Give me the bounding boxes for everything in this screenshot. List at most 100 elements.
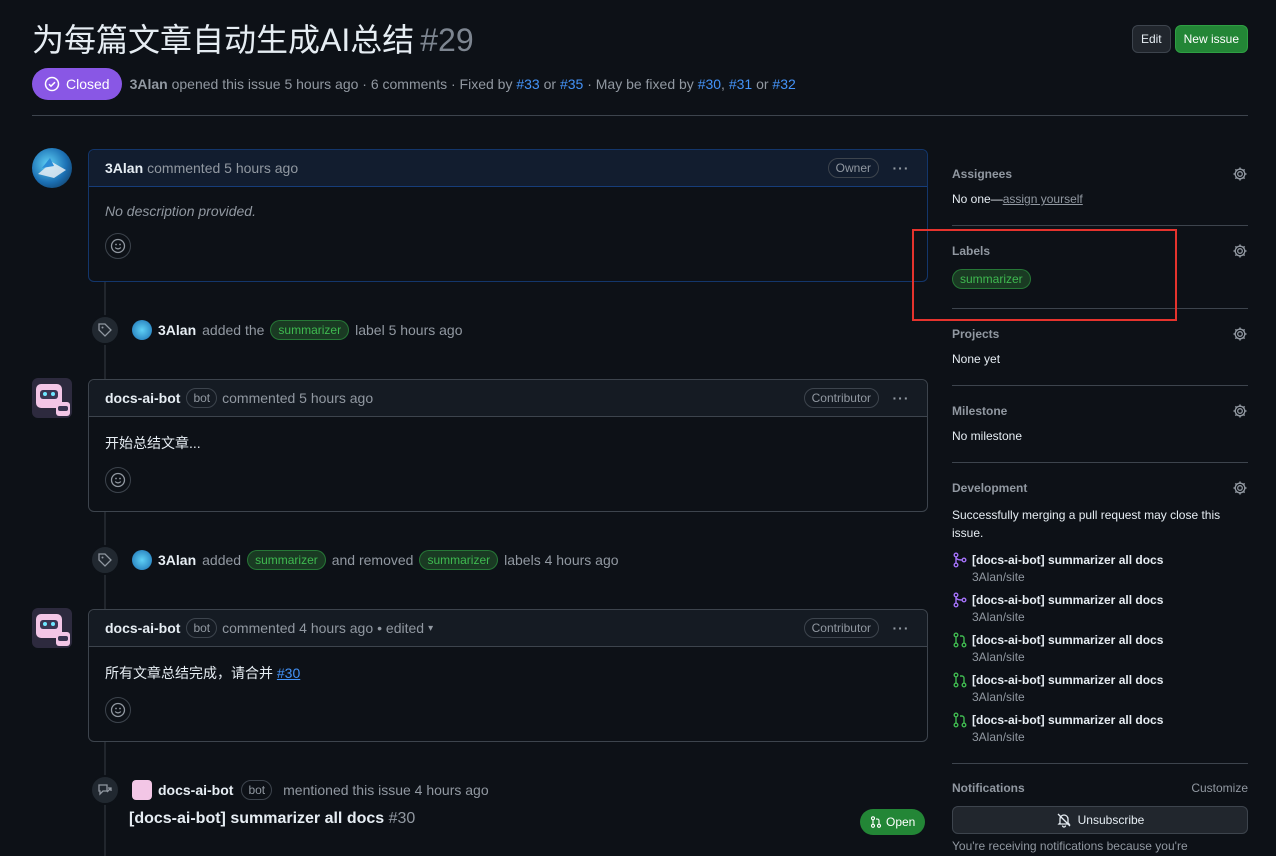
role-badge: Contributor <box>803 618 879 638</box>
customize-link[interactable]: Customize <box>1191 781 1248 795</box>
maybe-fixed-link-1[interactable]: #30 <box>698 76 721 92</box>
event-text: added the <box>202 322 265 338</box>
tag-icon <box>90 545 120 575</box>
sidebar-divider <box>952 763 1248 764</box>
or-text-1: or <box>543 76 557 92</box>
highlight-box <box>912 229 1177 321</box>
gear-icon[interactable] <box>1232 480 1248 496</box>
linked-pr[interactable]: [docs-ai-bot] summarizer all docs 3Alan/… <box>952 632 1248 664</box>
gear-icon[interactable] <box>1232 403 1248 419</box>
bot-badge: bot <box>186 388 218 408</box>
comment-body: 开始总结文章... <box>89 417 927 505</box>
gear-icon[interactable] <box>1232 166 1248 182</box>
unsubscribe-button[interactable]: Unsubscribe <box>952 806 1248 834</box>
referenced-pr-title-text[interactable]: [docs-ai-bot] summarizer all docs <box>129 810 384 827</box>
avatar[interactable] <box>132 780 152 800</box>
bell-slash-icon <box>1057 813 1071 828</box>
label-badge[interactable]: summarizer <box>270 320 350 340</box>
bot-badge: bot <box>241 780 273 800</box>
development-heading: Development <box>952 481 1028 495</box>
avatar[interactable] <box>32 608 72 648</box>
linked-pr-repo: 3Alan/site <box>972 650 1025 664</box>
event-author[interactable]: docs-ai-bot <box>158 782 233 798</box>
comment-text-content: 所有文章总结完成，请合并 <box>105 665 273 681</box>
smiley-icon <box>110 472 126 488</box>
comment-author[interactable]: docs-ai-bot <box>105 620 180 636</box>
referenced-pr-title[interactable]: [docs-ai-bot] summarizer all docs #30 <box>129 810 415 828</box>
development-description: Successfully merging a pull request may … <box>952 508 1221 540</box>
chevron-down-icon[interactable]: ▾ <box>428 623 433 634</box>
notifications-heading: Notifications <box>952 781 1025 795</box>
add-reaction-button[interactable] <box>105 233 131 259</box>
fixed-by-link-1[interactable]: #33 <box>516 76 539 92</box>
cross-reference-icon <box>90 775 120 805</box>
issue-title-text: 为每篇文章自动生成AI总结 <box>32 22 415 58</box>
status-badge: Closed <box>32 68 122 100</box>
edit-button[interactable]: Edit <box>1131 25 1171 53</box>
pr-state-badge: Open <box>860 809 926 835</box>
add-reaction-button[interactable] <box>105 697 131 723</box>
pr-link[interactable]: #30 <box>277 665 300 681</box>
more-options-icon[interactable]: ··· <box>891 620 911 636</box>
avatar[interactable] <box>32 148 72 188</box>
comment-header: docs-ai-bot bot commented 4 hours ago • … <box>89 610 927 647</box>
comment-header: 3Alan commented 5 hours ago Owner ··· <box>89 150 927 187</box>
linked-pr-title[interactable]: [docs-ai-bot] summarizer all docs <box>972 633 1163 647</box>
comment-body: 所有文章总结完成，请合并 #30 <box>89 647 927 735</box>
assign-yourself-link[interactable]: assign yourself <box>1003 192 1083 206</box>
comment-card: 3Alan commented 5 hours ago Owner ··· No… <box>88 149 928 282</box>
linked-pr[interactable]: [docs-ai-bot] summarizer all docs 3Alan/… <box>952 552 1248 584</box>
avatar[interactable] <box>32 378 72 418</box>
new-issue-button[interactable]: New issue <box>1174 25 1248 53</box>
linked-pr[interactable]: [docs-ai-bot] summarizer all docs 3Alan/… <box>952 672 1248 704</box>
comment-author[interactable]: docs-ai-bot <box>105 390 180 406</box>
event-author[interactable]: 3Alan <box>158 552 196 568</box>
opened-text: opened this issue 5 hours ago · 6 commen… <box>171 76 513 92</box>
linked-pr-title[interactable]: [docs-ai-bot] summarizer all docs <box>972 673 1163 687</box>
linked-pr-title[interactable]: [docs-ai-bot] summarizer all docs <box>972 553 1163 567</box>
comment-body: No description provided. <box>89 187 927 271</box>
issue-number: #29 <box>420 22 474 58</box>
edited-dropdown[interactable]: • edited <box>377 620 424 636</box>
gear-icon[interactable] <box>1232 243 1248 259</box>
milestone-section: Milestone No milestone <box>952 403 1248 443</box>
check-circle-icon <box>44 76 60 92</box>
maybe-fixed-text: · May be fixed by <box>587 76 694 92</box>
comment-text: 所有文章总结完成，请合并 #30 <box>105 663 911 683</box>
timeline-event: 3Alan added summarizer and removed summa… <box>90 545 619 575</box>
gear-icon[interactable] <box>1232 326 1248 342</box>
maybe-fixed-link-2[interactable]: #31 <box>729 76 752 92</box>
development-section: Development Successfully merging a pull … <box>952 480 1248 542</box>
merge-icon <box>953 592 967 608</box>
maybe-fixed-link-3[interactable]: #32 <box>772 76 795 92</box>
unsubscribe-label: Unsubscribe <box>1077 813 1145 827</box>
comment-author[interactable]: 3Alan <box>105 160 143 176</box>
avatar[interactable] <box>132 320 152 340</box>
header-divider <box>32 115 1248 116</box>
milestone-heading: Milestone <box>952 404 1008 418</box>
sidebar-divider <box>952 225 1248 226</box>
event-text: and removed <box>331 552 414 568</box>
role-badge: Contributor <box>803 388 879 408</box>
more-options-icon[interactable]: ··· <box>891 390 911 406</box>
event-author[interactable]: 3Alan <box>158 322 196 338</box>
notifications-section: Notifications Customize <box>952 781 1248 795</box>
linked-pr-title[interactable]: [docs-ai-bot] summarizer all docs <box>972 713 1163 727</box>
add-reaction-button[interactable] <box>105 467 131 493</box>
comma-text: , <box>721 76 725 92</box>
linked-pr-repo: 3Alan/site <box>972 610 1025 624</box>
assignees-section: Assignees No one—assign yourself <box>952 166 1248 206</box>
avatar[interactable] <box>132 550 152 570</box>
issue-meta: Closed 3Alan opened this issue 5 hours a… <box>32 68 796 100</box>
linked-pr[interactable]: [docs-ai-bot] summarizer all docs 3Alan/… <box>952 712 1248 744</box>
linked-pr-title[interactable]: [docs-ai-bot] summarizer all docs <box>972 593 1163 607</box>
linked-pr-repo: 3Alan/site <box>972 570 1025 584</box>
projects-section: Projects None yet <box>952 326 1248 366</box>
issue-title: 为每篇文章自动生成AI总结 #29 <box>32 16 474 64</box>
label-badge[interactable]: summarizer <box>247 550 326 570</box>
fixed-by-link-2[interactable]: #35 <box>560 76 583 92</box>
more-options-icon[interactable]: ··· <box>891 160 911 176</box>
linked-pr[interactable]: [docs-ai-bot] summarizer all docs 3Alan/… <box>952 592 1248 624</box>
issue-author-link[interactable]: 3Alan <box>130 76 168 92</box>
label-badge[interactable]: summarizer <box>419 550 499 570</box>
